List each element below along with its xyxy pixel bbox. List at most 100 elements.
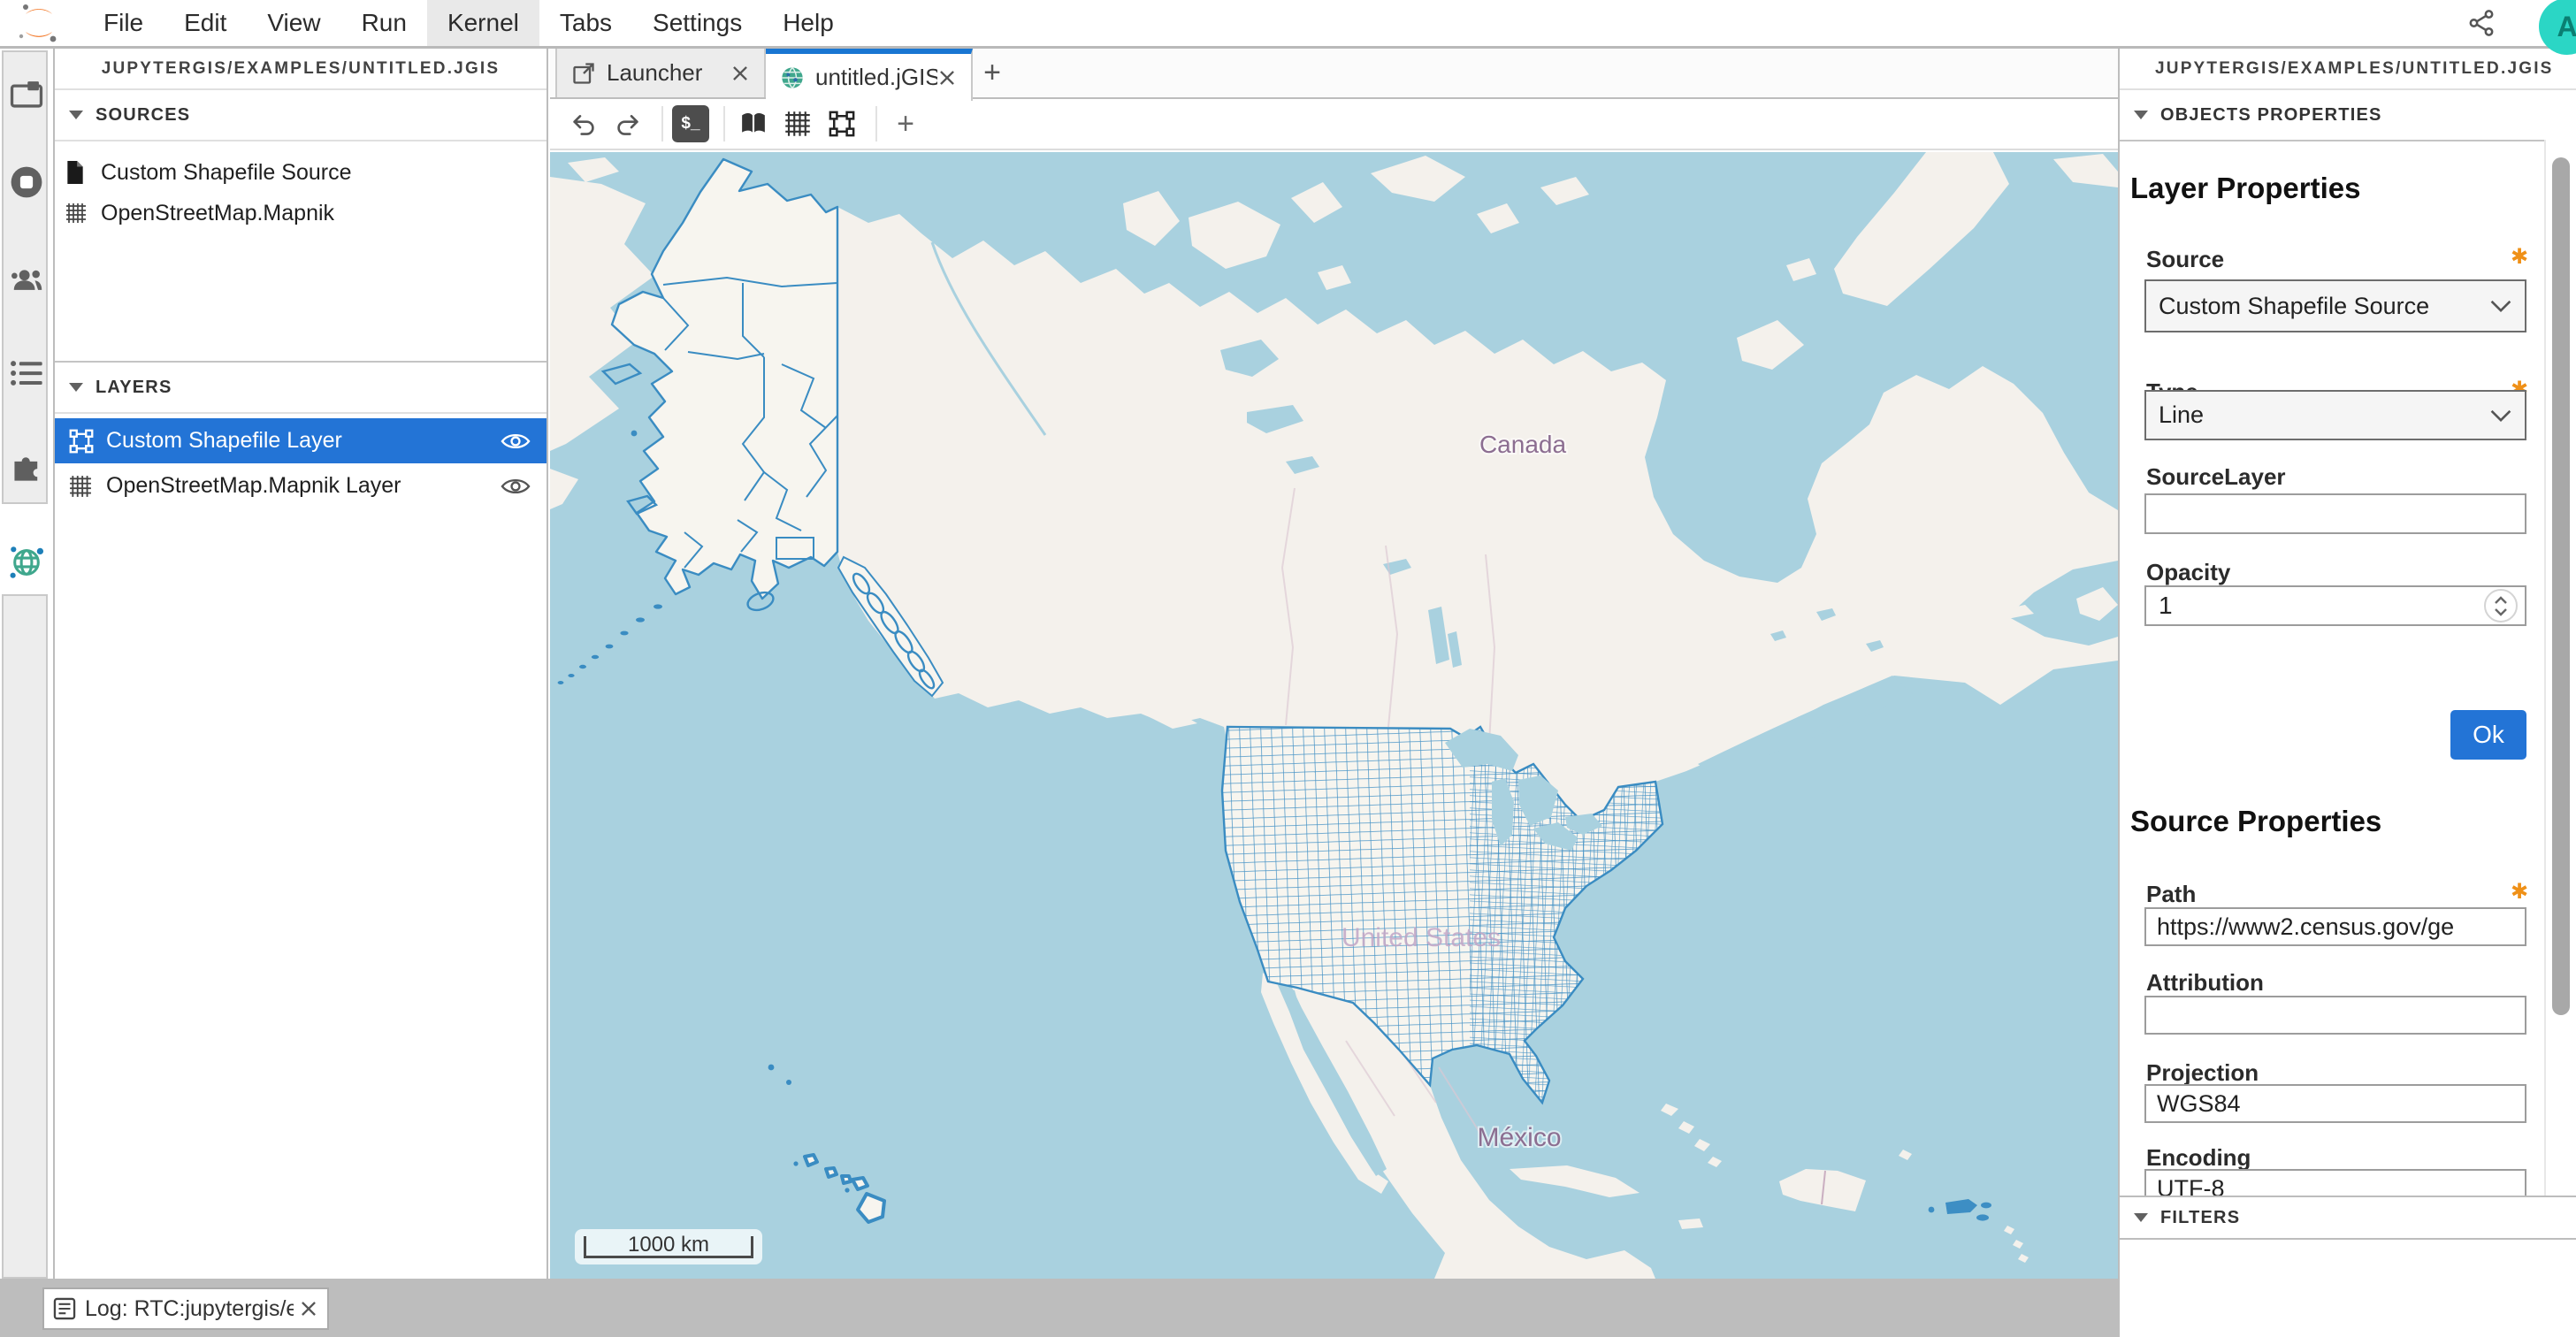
new-tab-button[interactable]: + xyxy=(973,49,1012,97)
menu-settings[interactable]: Settings xyxy=(632,0,762,46)
launcher-icon xyxy=(571,61,596,86)
right-panel-title: JUPYTERGIS/EXAMPLES/UNTITLED.JGIS xyxy=(2120,49,2576,90)
redo-button[interactable] xyxy=(608,104,647,143)
dock-tabbar: Launcher untitled.jGIS + xyxy=(550,49,2118,99)
tab-untitled-jgis[interactable]: untitled.jGIS xyxy=(766,49,973,101)
layers-title: LAYERS xyxy=(96,378,172,398)
table-of-contents-icon[interactable] xyxy=(10,356,43,390)
projection-input[interactable] xyxy=(2144,1084,2526,1123)
right-sidebar-panel: JUPYTERGIS/EXAMPLES/UNTITLED.JGIS OBJECT… xyxy=(2118,49,2576,1337)
menu-run[interactable]: Run xyxy=(341,0,427,46)
sourcelayer-input[interactable] xyxy=(2144,493,2526,534)
console-button[interactable]: $_ xyxy=(672,105,709,142)
tab-launcher[interactable]: Launcher xyxy=(555,49,766,97)
objects-properties-header[interactable]: OBJECTS PROPERTIES xyxy=(2120,90,2576,141)
menu-kernel[interactable]: Kernel xyxy=(427,0,539,46)
tab-label: untitled.jGIS xyxy=(815,64,937,91)
menu-tabs[interactable]: Tabs xyxy=(539,0,632,46)
chevron-down-icon xyxy=(2489,299,2512,313)
type-select[interactable]: Line xyxy=(2144,390,2526,440)
new-vector-layer-button[interactable] xyxy=(822,104,861,143)
label-united-states: United States xyxy=(1342,923,1501,952)
left-sidebar-panel: JUPYTERGIS/EXAMPLES/UNTITLED.JGIS SOURCE… xyxy=(55,49,548,1280)
layers-section-header[interactable]: LAYERS xyxy=(55,361,547,414)
log-console-tab[interactable]: Log: RTC:jupytergis/exampl xyxy=(42,1287,329,1330)
log-label: Log: RTC:jupytergis/exampl xyxy=(85,1296,294,1322)
raster-grid-icon xyxy=(65,201,88,225)
menu-help[interactable]: Help xyxy=(762,0,854,46)
menu-view[interactable]: View xyxy=(247,0,340,46)
chevron-down-icon xyxy=(2134,1213,2148,1222)
panel-scrollbar[interactable] xyxy=(2544,140,2576,1196)
opacity-label: Opacity xyxy=(2146,559,2230,586)
layer-item-label: Custom Shapefile Layer xyxy=(106,428,342,454)
layer-item-osm-mapnik[interactable]: OpenStreetMap.Mapnik Layer xyxy=(55,463,547,508)
tab-label: Launcher xyxy=(607,59,702,87)
menu-edit[interactable]: Edit xyxy=(164,0,247,46)
label-canada: Canada xyxy=(1479,431,1567,458)
map-viewport[interactable]: Canada United States México 1000 km xyxy=(550,152,2118,1279)
close-icon[interactable] xyxy=(937,68,957,88)
close-icon[interactable] xyxy=(299,1299,318,1318)
required-asterisk: ✱ xyxy=(2511,244,2528,270)
menubar-divider xyxy=(0,46,2576,49)
sourcelayer-label: SourceLayer xyxy=(2146,463,2286,491)
encoding-input[interactable] xyxy=(2144,1169,2526,1196)
ok-button[interactable]: Ok xyxy=(2450,710,2526,760)
layer-item-custom-shapefile[interactable]: Custom Shapefile Layer xyxy=(55,418,547,463)
menubar: File Edit View Run Kernel Tabs Settings … xyxy=(0,0,2576,46)
new-raster-layer-button[interactable] xyxy=(778,104,817,143)
map-canvas[interactable]: Canada United States México xyxy=(550,152,2118,1279)
add-layer-button[interactable]: + xyxy=(886,104,925,143)
toolbar-separator xyxy=(661,106,663,141)
extensions-puzzle-icon[interactable] xyxy=(10,448,43,482)
attribution-label: Attribution xyxy=(2146,969,2264,997)
layer-item-label: OpenStreetMap.Mapnik Layer xyxy=(106,473,401,499)
left-activity-bar xyxy=(0,49,55,1337)
sources-section-header[interactable]: SOURCES xyxy=(55,90,547,141)
source-item-osm-mapnik[interactable]: OpenStreetMap.Mapnik xyxy=(55,193,547,233)
stepper-up-icon[interactable] xyxy=(2494,596,2508,605)
visibility-eye-icon[interactable] xyxy=(501,431,531,452)
sources-title: SOURCES xyxy=(96,105,190,126)
attribution-input[interactable] xyxy=(2144,996,2526,1035)
jgis-toolbar: $_ + xyxy=(550,99,2118,150)
undo-button[interactable] xyxy=(564,104,603,143)
sidebar-tab-group-bottom xyxy=(2,594,48,1279)
running-kernels-icon[interactable] xyxy=(10,165,43,199)
scrollbar-thumb[interactable] xyxy=(2552,157,2570,1015)
source-item-custom-shapefile[interactable]: Custom Shapefile Source xyxy=(55,152,547,193)
basemap-book-icon[interactable] xyxy=(734,104,773,143)
source-item-label: OpenStreetMap.Mapnik xyxy=(101,201,334,226)
vector-square-icon xyxy=(69,429,94,454)
source-select-value: Custom Shapefile Source xyxy=(2159,293,2429,320)
chevron-down-icon xyxy=(69,383,83,392)
file-browser-icon[interactable] xyxy=(10,77,43,111)
filters-title: FILTERS xyxy=(2160,1208,2240,1228)
opacity-input[interactable]: 1 xyxy=(2144,585,2526,626)
opacity-value: 1 xyxy=(2159,592,2173,620)
chevron-down-icon xyxy=(2489,409,2512,423)
stepper-down-icon[interactable] xyxy=(2494,607,2508,616)
raster-grid-icon xyxy=(69,474,94,499)
label-mexico: México xyxy=(1477,1123,1561,1152)
objects-properties-title: OBJECTS PROPERTIES xyxy=(2160,105,2382,126)
encoding-label: Encoding xyxy=(2146,1144,2251,1172)
source-select[interactable]: Custom Shapefile Source xyxy=(2144,279,2526,332)
left-panel-title: JUPYTERGIS/EXAMPLES/UNTITLED.JGIS xyxy=(55,49,547,90)
chevron-down-icon xyxy=(69,111,83,119)
user-avatar[interactable]: A xyxy=(2539,0,2576,55)
filters-section-header[interactable]: FILTERS xyxy=(2120,1196,2576,1240)
layer-properties-heading: Layer Properties xyxy=(2130,172,2360,205)
close-icon[interactable] xyxy=(730,64,750,83)
visibility-eye-icon[interactable] xyxy=(501,476,531,497)
share-icon[interactable] xyxy=(2466,8,2496,38)
source-properties-heading: Source Properties xyxy=(2130,805,2381,838)
type-select-value: Line xyxy=(2159,401,2204,429)
number-stepper[interactable] xyxy=(2484,589,2518,623)
jupytergis-globe-icon[interactable] xyxy=(8,544,45,581)
menu-file[interactable]: File xyxy=(83,0,164,46)
jgis-globe-icon xyxy=(780,65,805,90)
path-input[interactable] xyxy=(2144,907,2526,946)
collaborators-icon[interactable] xyxy=(10,263,43,296)
